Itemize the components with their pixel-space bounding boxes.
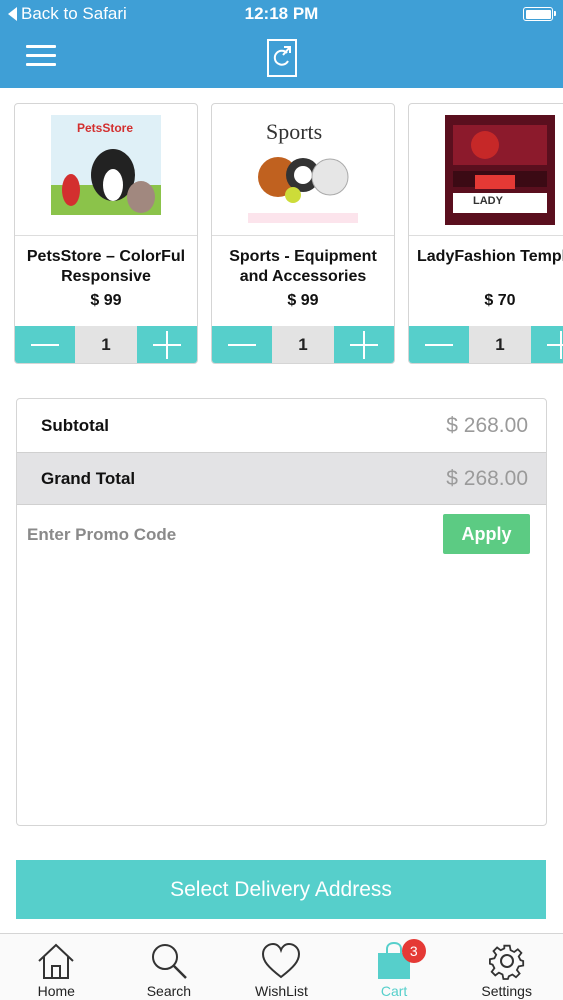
app-header <box>0 28 563 88</box>
grand-total-value: $ 268.00 <box>446 466 528 490</box>
quantity-stepper: 1 <box>212 326 394 363</box>
product-brand-text: PetsStore <box>77 120 134 135</box>
tab-label: Settings <box>481 983 532 999</box>
plus-icon <box>547 330 563 359</box>
cart-count-badge: 3 <box>401 939 426 963</box>
heart-icon <box>262 942 301 979</box>
order-summary-panel: Subtotal $ 268.00 Grand Total $ 268.00 A… <box>16 398 547 826</box>
search-icon <box>151 944 187 979</box>
menu-button[interactable] <box>26 45 56 67</box>
quantity-value: 1 <box>272 326 334 363</box>
increase-quantity-button[interactable] <box>334 326 394 363</box>
tab-label: Home <box>37 983 75 999</box>
decrease-quantity-button[interactable] <box>15 326 75 363</box>
product-thumbnail: PetsStore <box>15 104 197 236</box>
product-brand-text: Sports <box>266 118 323 144</box>
grand-total-label: Grand Total <box>41 468 136 488</box>
tab-label: Search <box>146 983 192 999</box>
quantity-stepper: 1 <box>15 326 197 363</box>
grand-total-row: Grand Total $ 268.00 <box>17 452 546 505</box>
product-image: PetsStore <box>51 114 161 225</box>
plus-icon <box>350 330 378 359</box>
select-delivery-address-button[interactable]: Select Delivery Address <box>16 860 546 919</box>
tab-cart[interactable]: 3 Cart <box>338 934 451 1000</box>
minus-icon <box>31 343 59 346</box>
tab-label: Cart <box>380 983 408 999</box>
product-thumbnail: LADY <box>409 104 563 236</box>
tab-label: WishList <box>255 983 308 999</box>
bottom-tab-bar: Home Search WishList 3 Cart Settings <box>0 933 563 1000</box>
increase-quantity-button[interactable] <box>531 326 563 363</box>
cart-item-card[interactable]: LADY LadyFashion Templa $ 70 1 <box>408 103 563 364</box>
home-icon <box>38 943 74 979</box>
product-thumbnail: Sports <box>212 104 394 236</box>
decrease-quantity-button[interactable] <box>409 326 469 363</box>
cart-item-card[interactable]: Sports Sports - Equipment and Accessorie… <box>211 103 395 364</box>
battery-icon <box>523 7 556 21</box>
promo-code-row: Apply <box>17 505 546 565</box>
promo-code-input[interactable] <box>27 515 427 555</box>
app-logo-icon <box>267 39 297 77</box>
subtotal-value: $ 268.00 <box>446 413 528 437</box>
plus-icon <box>153 330 181 359</box>
quantity-value: 1 <box>469 326 531 363</box>
status-bar: Back to Safari 12:18 PM <box>0 0 563 28</box>
gear-icon <box>488 944 524 980</box>
increase-quantity-button[interactable] <box>137 326 197 363</box>
product-brand-text: LADY <box>473 194 503 207</box>
product-name: Sports - Equipment and Accessories Mag… <box>229 248 377 285</box>
product-price: $ 99 <box>287 292 319 309</box>
subtotal-label: Subtotal <box>41 415 109 435</box>
minus-icon <box>228 343 256 346</box>
subtotal-row: Subtotal $ 268.00 <box>17 399 546 452</box>
cart-items-carousel[interactable]: PetsStore PetsStore – ColorFul Responsiv… <box>0 103 563 365</box>
tab-settings[interactable]: Settings <box>450 934 563 1000</box>
apply-promo-button[interactable]: Apply <box>443 514 530 554</box>
status-time: 12:18 PM <box>244 4 319 23</box>
product-image: Sports <box>248 114 358 225</box>
minus-icon <box>425 343 453 346</box>
tab-search[interactable]: Search <box>113 934 226 1000</box>
product-price: $ 99 <box>90 292 122 309</box>
product-name: PetsStore – ColorFul Responsive Magento… <box>26 248 186 285</box>
quantity-stepper: 1 <box>409 326 563 363</box>
decrease-quantity-button[interactable] <box>212 326 272 363</box>
product-name: LadyFashion Templa <box>417 248 563 265</box>
cart-item-card[interactable]: PetsStore PetsStore – ColorFul Responsiv… <box>14 103 198 364</box>
quantity-value: 1 <box>75 326 137 363</box>
product-image: LADY <box>445 114 555 225</box>
product-price: $ 70 <box>484 292 516 309</box>
tab-wishlist[interactable]: WishList <box>225 934 338 1000</box>
tab-home[interactable]: Home <box>0 934 113 1000</box>
